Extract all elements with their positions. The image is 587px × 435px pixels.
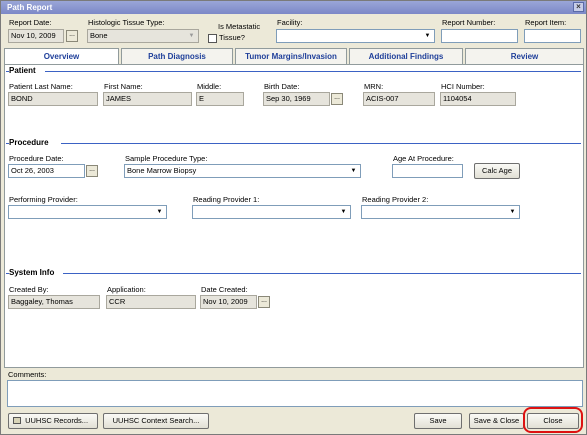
hci-field[interactable]: 1104054 [440, 92, 516, 106]
uuhsc-records-label: UUHSC Records... [25, 416, 89, 425]
middle-label: Middle: [197, 82, 222, 91]
section-divider [61, 143, 581, 144]
close-highlight-annotation [523, 407, 583, 433]
window-title: Path Report [7, 3, 53, 12]
save-button[interactable]: Save [414, 413, 462, 429]
uuhsc-context-search-button[interactable]: UUHSC Context Search... [103, 413, 209, 429]
title-bar: Path Report × [1, 1, 586, 14]
report-date-label: Report Date: [9, 18, 52, 27]
tissue-type-select[interactable]: Bone ▼ [87, 29, 199, 43]
section-divider [45, 71, 581, 72]
metastatic-label-2: Tissue? [219, 33, 245, 42]
tab-tumor-margins[interactable]: Tumor Margins/Invasion [235, 48, 347, 64]
age-label: Age At Procedure: [393, 154, 454, 163]
overview-panel: Patient Patient Last Name: BOND First Na… [4, 64, 584, 368]
comments-label: Comments: [8, 370, 47, 379]
tab-path-diagnosis[interactable]: Path Diagnosis [121, 48, 233, 64]
sample-type-label: Sample Procedure Type: [125, 154, 208, 163]
close-icon[interactable]: × [573, 2, 584, 12]
first-name-label: First Name: [104, 82, 143, 91]
section-divider [6, 143, 9, 144]
created-by-field[interactable]: Baggaley, Thomas [8, 295, 100, 309]
chevron-down-icon: ▼ [340, 209, 347, 215]
report-date-picker-button[interactable]: ... [66, 30, 78, 42]
report-number-label: Report Number: [442, 18, 496, 27]
performing-provider-label: Performing Provider: [9, 195, 78, 204]
metastatic-checkbox[interactable] [208, 34, 217, 43]
sample-type-value: Bone Marrow Biopsy [127, 166, 197, 175]
chevron-down-icon: ▼ [156, 209, 163, 215]
report-number-input[interactable] [441, 29, 518, 43]
first-name-field[interactable]: JAMES [103, 92, 192, 106]
patient-section-title: Patient [9, 66, 36, 75]
last-name-field[interactable]: BOND [8, 92, 98, 106]
uuhsc-records-button[interactable]: UUHSC Records... [8, 413, 98, 429]
reading-provider-1-select[interactable]: ▼ [192, 205, 351, 219]
chevron-down-icon: ▼ [509, 209, 516, 215]
application-field[interactable]: CCR [106, 295, 196, 309]
chevron-down-icon: ▼ [188, 33, 195, 39]
facility-label: Facility: [277, 18, 303, 27]
section-divider [63, 273, 581, 274]
report-item-label: Report Item: [525, 18, 567, 27]
facility-select[interactable]: ▼ [276, 29, 435, 43]
report-date-field[interactable]: Nov 10, 2009 [8, 29, 64, 43]
date-created-field[interactable]: Nov 10, 2009 [200, 295, 257, 309]
report-item-input[interactable] [524, 29, 581, 43]
age-input[interactable] [392, 164, 463, 178]
calc-age-button[interactable]: Calc Age [474, 163, 520, 179]
metastatic-label: Is Metastatic [218, 22, 261, 31]
procedure-section-title: Procedure [9, 138, 49, 147]
date-created-picker-button[interactable]: ... [258, 296, 270, 308]
performing-provider-select[interactable]: ▼ [8, 205, 167, 219]
chevron-down-icon: ▼ [424, 33, 431, 39]
middle-field[interactable]: E [196, 92, 244, 106]
birth-date-field[interactable]: Sep 30, 1969 [263, 92, 330, 106]
reading-provider-1-label: Reading Provider 1: [193, 195, 260, 204]
mrn-label: MRN: [364, 82, 384, 91]
tab-additional-findings[interactable]: Additional Findings [349, 48, 463, 64]
tab-review[interactable]: Review [465, 48, 584, 64]
section-divider [6, 273, 9, 274]
sample-type-select[interactable]: Bone Marrow Biopsy ▼ [124, 164, 361, 178]
procedure-date-picker-button[interactable]: ... [86, 165, 98, 177]
application-label: Application: [107, 285, 146, 294]
hci-label: HCI Number: [441, 82, 485, 91]
chevron-down-icon: ▼ [350, 168, 357, 174]
procedure-date-input[interactable]: Oct 26, 2003 [8, 164, 85, 178]
comments-textarea[interactable] [7, 380, 583, 407]
birth-date-picker-button[interactable]: ... [331, 93, 343, 105]
save-and-close-button[interactable]: Save & Close [469, 413, 524, 429]
records-icon [13, 417, 21, 424]
reading-provider-2-label: Reading Provider 2: [362, 195, 429, 204]
birth-date-label: Birth Date: [264, 82, 300, 91]
reading-provider-2-select[interactable]: ▼ [361, 205, 520, 219]
mrn-field[interactable]: ACIS-007 [363, 92, 435, 106]
section-divider [6, 71, 9, 72]
tab-overview[interactable]: Overview [4, 48, 119, 65]
date-created-label: Date Created: [201, 285, 248, 294]
system-info-section-title: System Info [9, 268, 55, 277]
path-report-window: Path Report × Report Date: Nov 10, 2009 … [0, 0, 587, 435]
procedure-date-label: Procedure Date: [9, 154, 64, 163]
created-by-label: Created By: [9, 285, 49, 294]
last-name-label: Patient Last Name: [9, 82, 73, 91]
tissue-type-label: Histologic Tissue Type: [88, 18, 165, 27]
tissue-type-value: Bone [90, 31, 108, 40]
